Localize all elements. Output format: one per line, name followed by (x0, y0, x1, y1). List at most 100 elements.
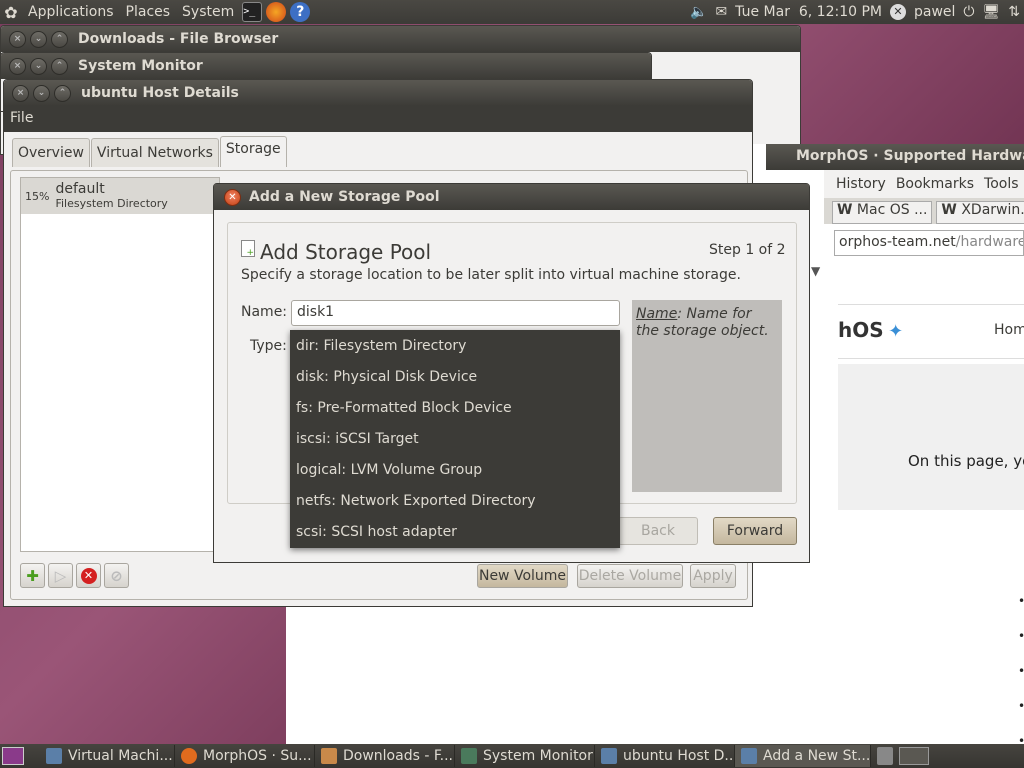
url-domain: orphos-team.net (839, 234, 956, 250)
host-details-titlebar[interactable]: × ⌄ ⌃ ubuntu Host Details (4, 80, 752, 106)
places-menu[interactable]: Places (120, 0, 177, 24)
minimize-icon[interactable]: ⌄ (30, 57, 47, 75)
type-option-fs[interactable]: fs: Pre-Formatted Block Device (290, 398, 620, 429)
taskbar-item[interactable]: ubuntu Host D... (595, 745, 735, 767)
stop-pool-button[interactable]: ⊘ (104, 563, 129, 588)
type-option-dir[interactable]: dir: Filesystem Directory (290, 336, 620, 367)
taskbar-item[interactable]: System Monitor (455, 745, 595, 767)
power-icon[interactable]: ⏻ (963, 4, 974, 20)
storage-pool-icon: + (241, 240, 255, 258)
taskbar-item[interactable]: Virtual Machi... (40, 745, 175, 767)
history-menu[interactable]: History (836, 176, 886, 198)
pool-name: default (55, 181, 105, 197)
browser-tab[interactable]: W XDarwin... (936, 201, 1024, 224)
taskbar-item[interactable]: MorphOS · Su... (175, 745, 315, 767)
delete-pool-button[interactable]: ✕ (76, 563, 101, 588)
system-menu[interactable]: System (176, 0, 240, 24)
list-item[interactable]: 15% default Filesystem Directory (21, 178, 219, 214)
help-panel: Name: Name for the storage object. (632, 300, 782, 492)
browser-tab[interactable]: W Mac OS ... (832, 201, 933, 224)
new-volume-button[interactable]: New Volume (477, 564, 568, 588)
page-content: On this page, yo (838, 364, 1024, 510)
firefox-icon (181, 748, 197, 764)
delete-volume-button[interactable]: Delete Volume (577, 564, 683, 588)
user-status-icon[interactable]: ✕ (889, 4, 906, 20)
transfer-icon[interactable]: ⇅ (1008, 4, 1020, 20)
show-desktop-icon[interactable] (2, 747, 24, 765)
dialog-heading: Add Storage Pool (260, 240, 432, 264)
bookmarks-menu[interactable]: Bookmarks (896, 176, 974, 198)
start-pool-button[interactable]: ▷ (48, 563, 73, 588)
user-name[interactable]: pawel (914, 4, 955, 20)
mail-icon[interactable]: ✉ (715, 4, 727, 20)
maximize-icon[interactable]: ⌃ (54, 84, 71, 102)
virt-manager-icon (46, 748, 62, 764)
butterfly-icon: ✦ (888, 321, 904, 342)
type-option-disk[interactable]: disk: Physical Disk Device (290, 367, 620, 398)
trash-icon[interactable] (877, 747, 893, 765)
minimize-icon[interactable]: ⌄ (33, 84, 50, 102)
dropdown-arrow-icon[interactable]: ▼ (811, 264, 833, 284)
apply-button[interactable]: Apply (690, 564, 736, 588)
workspace-switcher-icon[interactable] (899, 747, 929, 765)
ubuntu-logo-icon[interactable]: ✿ (0, 3, 22, 22)
morphos-logo: hOS (838, 318, 884, 342)
close-icon[interactable]: ✕ (224, 188, 241, 206)
add-storage-pool-dialog: ✕ Add a New Storage Pool + Add Storage P… (213, 183, 810, 563)
maximize-icon[interactable]: ⌃ (51, 30, 68, 48)
type-dropdown-list[interactable]: dir: Filesystem Directory disk: Physical… (290, 330, 620, 548)
close-icon[interactable]: × (9, 30, 26, 48)
name-field[interactable]: disk1 (291, 300, 620, 326)
dialog-title: Add a New Storage Pool (249, 189, 440, 205)
wikipedia-icon: W (941, 202, 957, 218)
volume-icon[interactable]: 🔈 (690, 4, 707, 20)
pool-list[interactable]: 15% default Filesystem Directory (20, 177, 220, 552)
top-panel: ✿ Applications Places System >_ ? 🔈 ✉ Tu… (0, 0, 1024, 24)
home-link[interactable]: Hom (994, 322, 1024, 338)
clock[interactable]: Tue Mar 6, 12:10 PM (735, 4, 882, 20)
type-option-logical[interactable]: logical: LVM Volume Group (290, 460, 620, 491)
system-monitor-titlebar[interactable]: × ⌄ ⌃ System Monitor (1, 53, 651, 79)
type-option-iscsi[interactable]: iscsi: iSCSI Target (290, 429, 620, 460)
applications-menu[interactable]: Applications (22, 0, 120, 24)
type-label: Type: (250, 338, 287, 354)
host-menubar: File (4, 106, 752, 132)
step-indicator: Step 1 of 2 (709, 242, 786, 258)
dialog-titlebar[interactable]: ✕ Add a New Storage Pool (214, 184, 809, 210)
url-bar[interactable]: orphos-team.net/hardware.ht (834, 230, 1024, 256)
pool-usage: 15% (25, 189, 50, 203)
url-path: /hardware.ht (955, 234, 1023, 250)
close-icon[interactable]: × (12, 84, 29, 102)
terminal-icon[interactable]: >_ (242, 2, 263, 22)
pool-type: Filesystem Directory (55, 197, 168, 210)
folder-icon (321, 748, 337, 764)
firefox-icon[interactable] (266, 2, 287, 22)
type-option-scsi[interactable]: scsi: SCSI host adapter (290, 522, 620, 553)
delete-icon: ✕ (80, 567, 97, 584)
file-browser-titlebar[interactable]: × ⌄ ⌃ Downloads - File Browser (1, 26, 800, 52)
add-pool-button[interactable]: ✚ (20, 563, 45, 588)
window-title: Downloads - File Browser (78, 31, 279, 47)
minimize-icon[interactable]: ⌄ (30, 30, 47, 48)
wikipedia-icon: W (837, 202, 853, 218)
browser-title: MorphOS · Supported Hardwa (796, 148, 1024, 164)
back-button[interactable]: Back (618, 517, 698, 545)
bottom-panel: Virtual Machi... MorphOS · Su... Downloa… (0, 744, 1024, 768)
close-icon[interactable]: × (9, 57, 26, 75)
tab-overview[interactable]: Overview (12, 138, 90, 167)
tab-storage[interactable]: Storage (219, 136, 287, 167)
network-icon[interactable]: 🖥 (982, 4, 1000, 20)
host-tabs: Overview Virtual Networks Storage (12, 136, 288, 167)
dialog-description: Specify a storage location to be later s… (241, 267, 741, 283)
forward-button[interactable]: Forward (713, 517, 797, 545)
maximize-icon[interactable]: ⌃ (51, 57, 68, 75)
type-option-netfs[interactable]: netfs: Network Exported Directory (290, 491, 620, 522)
tab-virtual-networks[interactable]: Virtual Networks (90, 138, 219, 167)
taskbar-item[interactable]: Add a New St... (735, 745, 871, 767)
browser-menubar: History Bookmarks Tools H (824, 170, 1024, 198)
file-menu[interactable]: File (10, 110, 33, 126)
browser-titlebar[interactable]: MorphOS · Supported Hardwa (766, 144, 1024, 170)
help-icon[interactable]: ? (290, 2, 311, 22)
taskbar-item[interactable]: Downloads - F... (315, 745, 455, 767)
tools-menu[interactable]: Tools (984, 176, 1019, 198)
